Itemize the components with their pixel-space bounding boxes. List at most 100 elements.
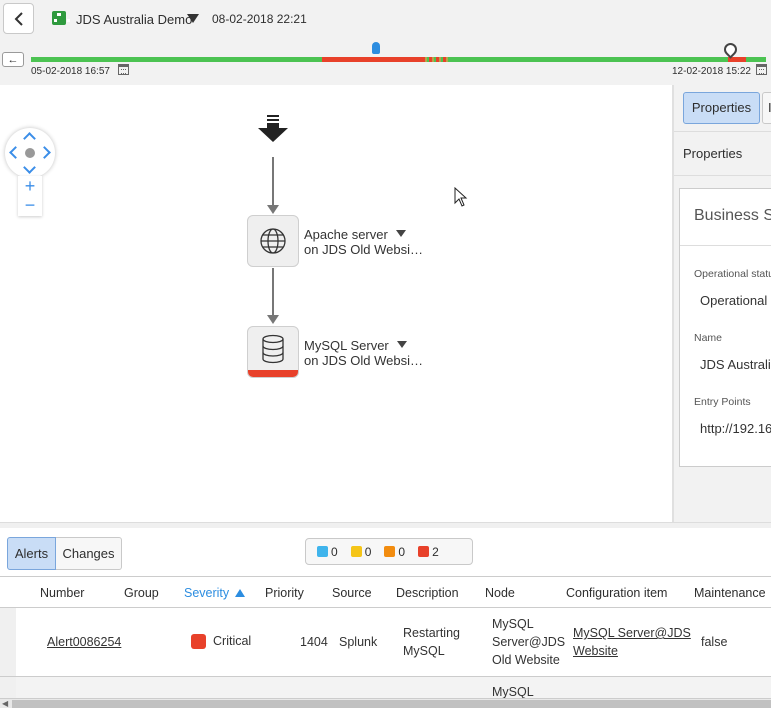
service-map-canvas[interactable]: + − Apache server on JDS Old Websi… MySQ…	[0, 85, 672, 522]
business-service-card: Business Se Operational statu Operationa…	[679, 188, 771, 467]
card-divider	[680, 245, 771, 246]
node-dropdown-icon[interactable]	[395, 230, 406, 237]
header-timestamp: 08-02-2018 22:21	[212, 12, 307, 26]
alert-description: Restarting MySQL	[403, 626, 460, 658]
map-navigation-control: + −	[5, 128, 55, 216]
connector-arrow-icon	[267, 205, 279, 214]
database-icon	[262, 334, 284, 364]
field-label-entry-points: Entry Points	[694, 396, 751, 408]
chevron-left-icon	[14, 11, 23, 26]
field-value-name: JDS Australia	[700, 357, 771, 372]
info-severity-icon	[317, 546, 328, 557]
card-title: Business Se	[694, 207, 771, 224]
zoom-control: + −	[18, 176, 42, 216]
alert-node: MySQL Server@JDS Old Website	[492, 615, 565, 669]
connector-line	[272, 157, 274, 207]
count-value: 0	[331, 544, 338, 559]
node-host: on JDS Old Websi…	[304, 353, 423, 368]
count-info[interactable]: 0	[317, 545, 338, 559]
node-name: MySQL Server	[304, 338, 389, 353]
scroll-left-icon[interactable]: ◀	[2, 699, 8, 708]
map-pin-icon[interactable]	[721, 40, 740, 59]
timeline-end-date: 12-02-2018 15:22	[672, 66, 751, 77]
field-label-name: Name	[694, 332, 723, 344]
pan-left-icon[interactable]	[9, 146, 22, 159]
calendar-icon[interactable]	[118, 64, 129, 75]
count-value: 0	[398, 544, 406, 559]
calendar-icon[interactable]	[756, 64, 767, 75]
timeline-back-button[interactable]: ←	[2, 52, 24, 67]
column-header-severity[interactable]: Severity	[184, 586, 246, 600]
count-value: 0	[364, 544, 372, 559]
table-row[interactable]: MySQL	[0, 677, 771, 698]
count-critical[interactable]: 2	[418, 545, 439, 559]
column-header-label: Severity	[184, 586, 230, 600]
column-header-source[interactable]: Source	[332, 586, 372, 600]
alerts-table-header: Number Group Severity Priority Source De…	[0, 578, 771, 608]
pan-control[interactable]	[5, 128, 55, 178]
app-title[interactable]: JDS Australia Demo	[76, 12, 192, 27]
timeline-bar[interactable]	[31, 57, 766, 62]
zoom-in-button[interactable]: +	[18, 176, 42, 196]
configuration-item-link[interactable]: MySQL Server@JDS Website	[573, 624, 691, 660]
back-button[interactable]	[3, 3, 34, 34]
count-major[interactable]: 0	[384, 545, 405, 559]
critical-severity-icon	[418, 546, 430, 557]
sort-ascending-icon	[235, 589, 246, 597]
minor-severity-icon	[350, 546, 362, 557]
timeline-position-marker[interactable]	[372, 42, 380, 54]
alert-priority: 1404	[300, 635, 328, 649]
horizontal-scrollbar[interactable]: ◀	[0, 698, 771, 708]
row-gutter	[0, 677, 16, 698]
tab-changes[interactable]: Changes	[56, 537, 122, 570]
alert-severity: Critical	[213, 634, 252, 648]
globe-icon	[260, 228, 286, 254]
column-header-configuration-item[interactable]: Configuration item	[566, 586, 667, 600]
mysql-server-node[interactable]	[247, 326, 299, 378]
row-gutter	[0, 608, 16, 676]
severity-counts: 0 0 0 2	[305, 538, 473, 565]
alert-node: MySQL	[492, 685, 534, 698]
ci-line: MySQL Server@JDS	[573, 626, 691, 640]
mouse-cursor-icon	[454, 187, 468, 207]
zoom-out-button[interactable]: −	[18, 196, 42, 216]
alert-number-link[interactable]: Alert0086254	[47, 633, 121, 651]
timeline-mixed-segment	[422, 57, 448, 62]
pan-down-icon[interactable]	[23, 161, 36, 174]
alerts-toolbar: Alerts Changes 0 0 0 2	[0, 528, 771, 577]
title-dropdown-icon[interactable]	[187, 14, 199, 23]
mysql-server-label[interactable]: MySQL Server on JDS Old Websi…	[304, 338, 423, 368]
alert-maintenance: false	[701, 635, 728, 649]
node-dropdown-icon[interactable]	[396, 341, 407, 348]
pan-up-icon[interactable]	[23, 132, 36, 145]
timeline-start-date: 05-02-2018 16:57	[31, 66, 110, 77]
tab-properties[interactable]: Properties	[683, 92, 760, 124]
node-host: on JDS Old Websi…	[304, 242, 423, 257]
column-header-maintenance[interactable]: Maintenance	[694, 586, 766, 600]
arrow-left-icon: ←	[7, 53, 19, 66]
count-minor[interactable]: 0	[350, 544, 372, 559]
ci-line: Website	[573, 644, 618, 658]
scrollbar-thumb[interactable]	[12, 700, 771, 708]
timeline-critical-segment	[322, 57, 422, 62]
properties-section-title: Properties	[674, 131, 771, 176]
connector-line	[272, 268, 274, 318]
critical-severity-icon	[191, 634, 206, 649]
table-row[interactable]: Alert0086254 Critical 1404 Splunk Restar…	[0, 608, 771, 677]
major-severity-icon	[384, 546, 396, 557]
connector-arrow-icon	[267, 315, 279, 324]
pan-center-icon[interactable]	[25, 148, 35, 158]
column-header-number[interactable]: Number	[40, 586, 84, 600]
pan-right-icon[interactable]	[38, 146, 51, 159]
column-header-description[interactable]: Description	[396, 586, 459, 600]
column-header-group[interactable]: Group	[124, 586, 159, 600]
apache-server-node[interactable]	[247, 215, 299, 267]
apache-server-label[interactable]: Apache server on JDS Old Websi…	[304, 227, 423, 257]
field-label-operational-status: Operational statu	[694, 268, 771, 280]
node-line: Old Website	[492, 653, 560, 667]
tab-alerts[interactable]: Alerts	[7, 537, 56, 570]
column-header-priority[interactable]: Priority	[265, 586, 304, 600]
tab-next[interactable]: I	[762, 92, 771, 124]
column-header-node[interactable]: Node	[485, 586, 515, 600]
node-line: Server@JDS	[492, 635, 566, 649]
